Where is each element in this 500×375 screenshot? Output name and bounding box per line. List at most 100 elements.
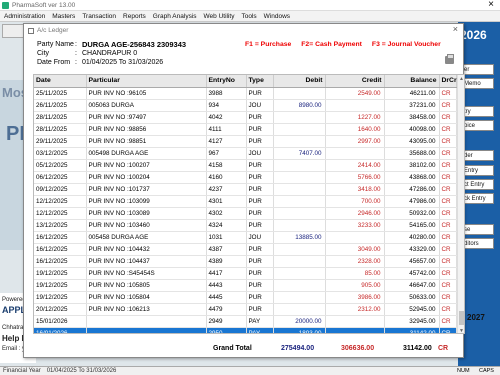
cell-debit: 1803.00 — [273, 327, 326, 333]
grand-total-label: Grand Total — [213, 344, 252, 352]
cell-entryno: 934 — [206, 99, 247, 112]
menu-graph-analysis[interactable]: Graph Analysis — [153, 13, 197, 20]
table-row[interactable]: 26/11/2025 005063 DURGA 934 JOU 8980.00 37231… — [34, 99, 457, 112]
status-bar: Financial Year 01/04/2025 To 31/03/2026 … — [0, 366, 500, 375]
scroll-thumb[interactable] — [459, 311, 464, 325]
table-row[interactable]: 16/12/2025 005458 DURGA AGE 1031 JOU 13885.0… — [34, 231, 457, 244]
table-row[interactable]: 03/12/2025 005498 DURGA AGE 967 JOU 7407.00 3… — [34, 147, 457, 160]
function-key-hints: F1 = Purchase F2= Cash Payment F3 = Jour… — [245, 41, 441, 48]
cell-date: 16/12/2025 — [34, 231, 87, 244]
table-row[interactable]: 20/12/2025 PUR INV NO :106213 4479 PUR 2312.… — [34, 303, 457, 316]
dialog-title-bar[interactable]: A/c Ledger × — [24, 24, 463, 37]
table-row[interactable]: 28/11/2025 PUR INV NO :97497 4042 PUR 1227.0… — [34, 111, 457, 124]
menu-transaction[interactable]: Transaction — [82, 13, 116, 20]
shortcut-button[interactable]: se — [461, 224, 494, 235]
menu-web-utility[interactable]: Web Utility — [204, 13, 235, 20]
cell-drcr: CR — [439, 171, 457, 184]
table-row[interactable]: 12/12/2025 PUR INV NO :103099 4301 PUR 700.0… — [34, 195, 457, 208]
table-row[interactable]: 25/11/2025 PUR INV NO :96105 3988 PUR 2549.0… — [34, 87, 457, 100]
menu-reports[interactable]: Reports — [123, 13, 146, 20]
table-row[interactable]: 16/12/2025 PUR INV NO :104432 4387 PUR 3049.… — [34, 243, 457, 256]
cell-debit — [273, 267, 326, 280]
table-row[interactable]: 29/11/2025 PUR INV NO :98851 4127 PUR 2997.0… — [34, 135, 457, 148]
cell-type: PUR — [246, 183, 274, 196]
menu-masters[interactable]: Masters — [52, 13, 75, 20]
cell-balance: 37231.00 — [384, 99, 440, 112]
cell-type: PUR — [246, 255, 274, 268]
table-row[interactable]: 19/12/2025 PUR INV NO :105805 4443 PUR 905.0… — [34, 279, 457, 292]
cell-entryno: 4158 — [206, 159, 247, 172]
status-num-lock: NUM — [457, 368, 470, 374]
shortcut-button[interactable]: er — [461, 64, 494, 75]
cell-particular: PUR INV NO :105805 — [86, 279, 207, 292]
vertical-scrollbar[interactable]: ▲ ▼ — [457, 75, 464, 333]
cell-date: 16/12/2025 — [34, 243, 87, 256]
shortcut-button[interactable]: Memo — [461, 78, 494, 89]
col-header-credit[interactable]: Credit — [325, 75, 385, 88]
cell-drcr: CR — [439, 279, 457, 292]
cell-date: 05/12/2025 — [34, 159, 87, 172]
right-bottom-text: 2027 — [467, 313, 485, 322]
table-row[interactable]: 19/12/2025 PUR INV NO :S45454S 4417 PUR 85.0… — [34, 267, 457, 280]
cell-particular: 005458 DURGA AGE — [86, 231, 207, 244]
cell-particular: PUR INV NO :104437 — [86, 255, 207, 268]
cell-debit — [273, 195, 326, 208]
ledger-grid[interactable]: Date Particular EntryNo Type Debit Credi… — [33, 74, 465, 334]
table-row[interactable]: 05/12/2025 PUR INV NO :100207 4158 PUR 2414.… — [34, 159, 457, 172]
menu-windows[interactable]: Windows — [264, 13, 290, 20]
dialog-title: A/c Ledger — [37, 27, 69, 34]
table-row[interactable]: 06/12/2025 PUR INV NO :100204 4160 PUR 5766.… — [34, 171, 457, 184]
cell-date: 12/12/2025 — [34, 207, 87, 220]
col-header-debit[interactable]: Debit — [273, 75, 326, 88]
col-header-particular[interactable]: Particular — [86, 75, 207, 88]
menu-administration[interactable]: Administration — [4, 13, 45, 20]
table-row[interactable]: 12/12/2025 PUR INV NO :103089 4302 PUR 2946.… — [34, 207, 457, 220]
col-header-date[interactable]: Date — [34, 75, 87, 88]
shortcut-button[interactable]: ct Entry — [461, 179, 494, 190]
table-row[interactable]: 16/01/2026 2950 PAY 1803.00 31142.00 CR — [34, 327, 457, 333]
app-close-icon[interactable]: × — [488, 0, 494, 10]
shortcut-button[interactable]: try — [461, 106, 494, 117]
cell-credit — [325, 315, 385, 328]
city-label: City — [37, 50, 50, 57]
col-header-type[interactable]: Type — [246, 75, 274, 88]
cell-balance: 35688.00 — [384, 147, 440, 160]
cell-credit: 2328.00 — [325, 255, 385, 268]
cell-debit — [273, 159, 326, 172]
cell-debit — [273, 183, 326, 196]
shortcut-button[interactable]: ditors — [461, 238, 494, 249]
menu-tools[interactable]: Tools — [241, 13, 256, 20]
table-row[interactable]: 15/01/2026 2949 PAY 20000.00 32945.00 CR — [34, 315, 457, 328]
cell-debit — [273, 111, 326, 124]
cell-entryno: 3988 — [206, 87, 247, 100]
cell-entryno: 4479 — [206, 303, 247, 316]
table-row[interactable]: 09/12/2025 PUR INV NO :101737 4237 PUR 3418.… — [34, 183, 457, 196]
table-row[interactable]: 13/12/2025 PUR INV NO :103460 4324 PUR 3233.… — [34, 219, 457, 232]
table-row[interactable]: 19/12/2025 PUR INV NO :105804 4445 PUR 3986.… — [34, 291, 457, 304]
col-header-drcr[interactable]: DrCr — [439, 75, 457, 88]
cell-drcr: CR — [439, 315, 457, 328]
shortcut-button[interactable]: der — [461, 150, 494, 161]
cell-entryno: 1031 — [206, 231, 247, 244]
cell-particular: PUR INV NO :103099 — [86, 195, 207, 208]
scroll-up-icon[interactable]: ▲ — [459, 76, 464, 82]
print-icon[interactable] — [445, 54, 454, 64]
table-row[interactable]: 28/11/2025 PUR INV NO :98856 4111 PUR 1640.0… — [34, 123, 457, 136]
col-header-balance[interactable]: Balance — [384, 75, 440, 88]
shortcut-button[interactable]: oice — [461, 120, 494, 131]
table-row[interactable]: 16/12/2025 PUR INV NO :104437 4389 PUR 2328.… — [34, 255, 457, 268]
shortcut-button[interactable]: Entry — [461, 165, 494, 176]
col-header-entryno[interactable]: EntryNo — [206, 75, 247, 88]
shortcut-button[interactable]: ck Entry — [461, 193, 494, 204]
cell-entryno: 4302 — [206, 207, 247, 220]
cell-entryno: 4417 — [206, 267, 247, 280]
cell-balance: 47286.00 — [384, 183, 440, 196]
dialog-close-icon[interactable]: × — [453, 24, 458, 34]
cell-drcr: CR — [439, 99, 457, 112]
cell-drcr: CR — [439, 267, 457, 280]
cell-date: 09/12/2025 — [34, 183, 87, 196]
cell-balance: 40280.00 — [384, 231, 440, 244]
scroll-down-icon[interactable]: ▼ — [459, 328, 464, 333]
date-range-value: 01/04/2025 To 31/03/2026 — [81, 59, 164, 66]
cell-date: 15/01/2026 — [34, 315, 87, 328]
